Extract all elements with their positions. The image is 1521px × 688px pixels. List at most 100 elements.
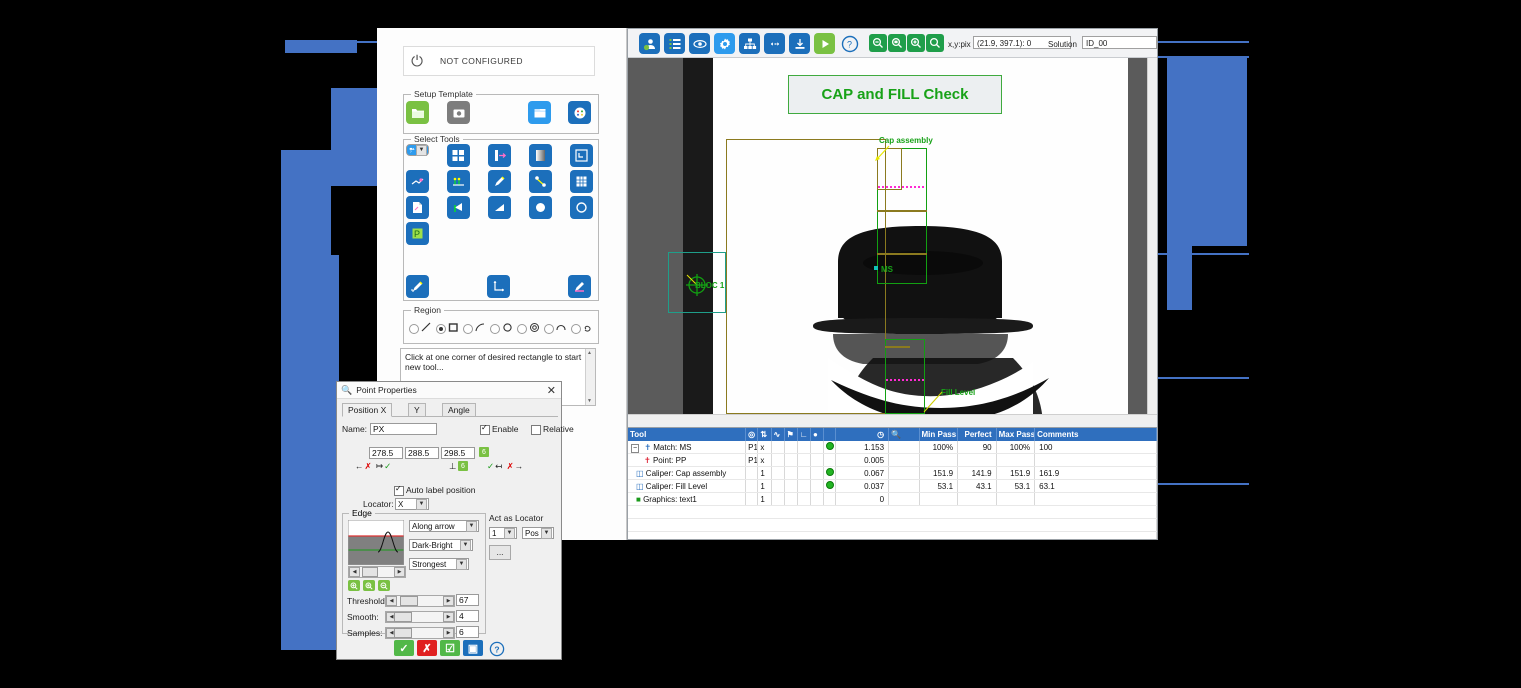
zoom-fit-icon[interactable] <box>888 34 906 52</box>
center-align-icon[interactable]: ⊥ <box>449 461 456 472</box>
locator-mode-select[interactable]: Pos <box>522 527 554 539</box>
relative-checkbox[interactable] <box>531 425 541 435</box>
col-flag-icon[interactable]: ⚑ <box>784 428 798 441</box>
tool-gradient-icon[interactable] <box>529 144 552 167</box>
tool-caliper-icon[interactable] <box>488 144 511 167</box>
viewport-vertical-scrollbar[interactable] <box>1147 58 1157 422</box>
row-tool-name[interactable]: − ✝ Match: MS <box>628 441 747 454</box>
col-scale-icon[interactable]: ⇅ <box>757 428 772 441</box>
tab-y[interactable]: Y <box>408 403 426 416</box>
smooth-slider[interactable]: ◀ ▶ <box>385 611 455 623</box>
edge-profile-scrollbar[interactable]: ◀ ▶ <box>348 566 406 578</box>
scroll-right-icon[interactable]: ▶ <box>394 567 405 577</box>
tool-flag-icon[interactable] <box>447 196 470 219</box>
list-icon[interactable] <box>664 33 685 54</box>
row-tool-name[interactable]: ✝ Point: PP <box>628 453 747 467</box>
tool-pattern-icon[interactable]: P <box>406 222 429 245</box>
tab-angle[interactable]: Angle <box>442 403 476 416</box>
scroll-left-icon[interactable]: ◀ <box>349 567 360 577</box>
value-x1-field[interactable]: 278.5 <box>369 447 403 459</box>
value-x2-field[interactable]: 288.5 <box>405 447 439 459</box>
edge-zoom-fit-icon[interactable] <box>363 580 375 591</box>
tool-corner-icon[interactable] <box>570 144 593 167</box>
edge-polarity-select[interactable]: Dark-Bright <box>409 539 473 551</box>
region-radio-line[interactable] <box>409 324 419 334</box>
col-comments[interactable]: Comments <box>1034 428 1157 441</box>
table-row[interactable]: ■ Graphics: text1 1 0 <box>628 492 1157 506</box>
scroll-thumb[interactable] <box>362 567 378 577</box>
table-row[interactable]: ✝ Point: PP P1 x 0.005 <box>628 453 1157 467</box>
table-row[interactable]: ◫ Caliper: Cap assembly 1 0.067 151.9 14… <box>628 466 1157 480</box>
locator-number-select[interactable]: 1 <box>489 527 517 539</box>
col-angle-icon[interactable]: ∟ <box>797 428 812 441</box>
threshold-slider[interactable]: ◀ ▶ <box>385 595 455 607</box>
point-properties-dialog[interactable]: 🔍 Point Properties ✕ Position X Y Angle … <box>336 381 574 660</box>
palette-settings-button[interactable] <box>568 101 591 124</box>
zoom-out-icon[interactable] <box>869 34 887 52</box>
threshold-inc-icon[interactable]: ▶ <box>443 596 454 606</box>
smooth-value-field[interactable]: 4 <box>456 610 479 622</box>
tool-draw-roi-icon[interactable] <box>406 275 429 298</box>
name-field[interactable]: PX <box>370 423 437 435</box>
samples-value-field[interactable]: 6 <box>456 626 479 638</box>
run-play-icon[interactable] <box>814 33 835 54</box>
log-scrollbar[interactable] <box>585 349 595 405</box>
user-add-icon[interactable] <box>639 33 660 54</box>
solution-value-field[interactable]: ID_00 <box>1082 36 1157 49</box>
locator-browse-button[interactable]: ... <box>489 545 511 560</box>
connect-icon[interactable] <box>764 33 785 54</box>
col-traffic-icon[interactable]: ● <box>810 428 825 441</box>
tool-pen-icon[interactable] <box>488 170 511 193</box>
table-row-empty[interactable] <box>628 505 1157 519</box>
col-target-icon[interactable]: ◎ <box>745 428 759 441</box>
table-row-empty[interactable] <box>628 531 1157 539</box>
contrast-button[interactable]: ▣ <box>463 640 483 656</box>
tool-distance-icon[interactable] <box>529 170 552 193</box>
col-wave-icon[interactable]: ∿ <box>771 428 785 441</box>
col-perfect[interactable]: Perfect <box>957 428 997 441</box>
help-icon[interactable]: ? <box>839 33 860 54</box>
apply-check-button[interactable]: ☑ <box>440 640 460 656</box>
tool-multi-point-icon[interactable] <box>447 170 470 193</box>
region-radio-circle[interactable] <box>490 324 500 334</box>
gear-icon[interactable] <box>714 33 735 54</box>
row-tool-name[interactable]: ◫ Caliper: Cap assembly <box>628 466 747 480</box>
save-template-button[interactable] <box>447 101 470 124</box>
smooth-inc-icon[interactable]: ▶ <box>443 612 454 622</box>
zoom-region-icon[interactable] <box>926 34 944 52</box>
table-row[interactable]: − ✝ Match: MS P1 x 1.153 100% 90 100% 10… <box>628 441 1157 454</box>
edge-zoom-out-icon[interactable] <box>378 580 390 591</box>
smooth-thumb[interactable] <box>394 612 412 622</box>
viewport-horizontal-scrollbar[interactable] <box>628 414 1157 424</box>
nudge-accept-icon[interactable]: ✓ <box>384 461 392 471</box>
row-tool-name[interactable]: ■ Graphics: text1 <box>628 492 747 506</box>
right-edge-icon[interactable]: ↤ <box>495 461 503 471</box>
download-icon[interactable] <box>789 33 810 54</box>
samples-inc-icon[interactable]: ▶ <box>443 628 454 638</box>
col-score-icon[interactable]: ◷ <box>835 428 890 441</box>
edge-strength-select[interactable]: Strongest <box>409 558 469 570</box>
zoom-in-icon[interactable] <box>907 34 925 52</box>
enable-checkbox[interactable] <box>480 423 490 435</box>
right-arrow-icon[interactable]: → <box>515 461 525 471</box>
right-accept-icon[interactable]: ✓ <box>487 461 495 471</box>
open-template-button[interactable] <box>406 101 429 124</box>
image-viewport[interactable]: CAP and FILL Check BLOC 1 Cap assembly M… <box>628 58 1157 422</box>
threshold-dec-icon[interactable]: ◀ <box>386 596 397 606</box>
tool-circle-filled-icon[interactable] <box>529 196 552 219</box>
right-delete-icon[interactable]: ✗ <box>507 461 515 471</box>
value-x3-field[interactable]: 298.5 <box>441 447 475 459</box>
tab-position-x[interactable]: Position X <box>342 403 393 417</box>
col-tool[interactable]: Tool <box>628 428 747 441</box>
nudge-delete-icon[interactable]: ✗ <box>365 461 373 471</box>
samples-thumb[interactable] <box>394 628 412 638</box>
cancel-x-button[interactable]: ✗ <box>417 640 437 656</box>
new-template-button[interactable] <box>528 101 551 124</box>
nudge-left-icon[interactable]: ← <box>355 461 365 471</box>
tool-page-icon[interactable] <box>406 196 429 219</box>
hierarchy-icon[interactable] <box>739 33 760 54</box>
dialog-title-bar[interactable]: 🔍 Point Properties ✕ <box>337 382 561 399</box>
col-max-pass[interactable]: Max Pass <box>996 428 1036 441</box>
value-badge-right[interactable]: 6 <box>479 447 489 457</box>
eye-icon[interactable] <box>689 33 710 54</box>
